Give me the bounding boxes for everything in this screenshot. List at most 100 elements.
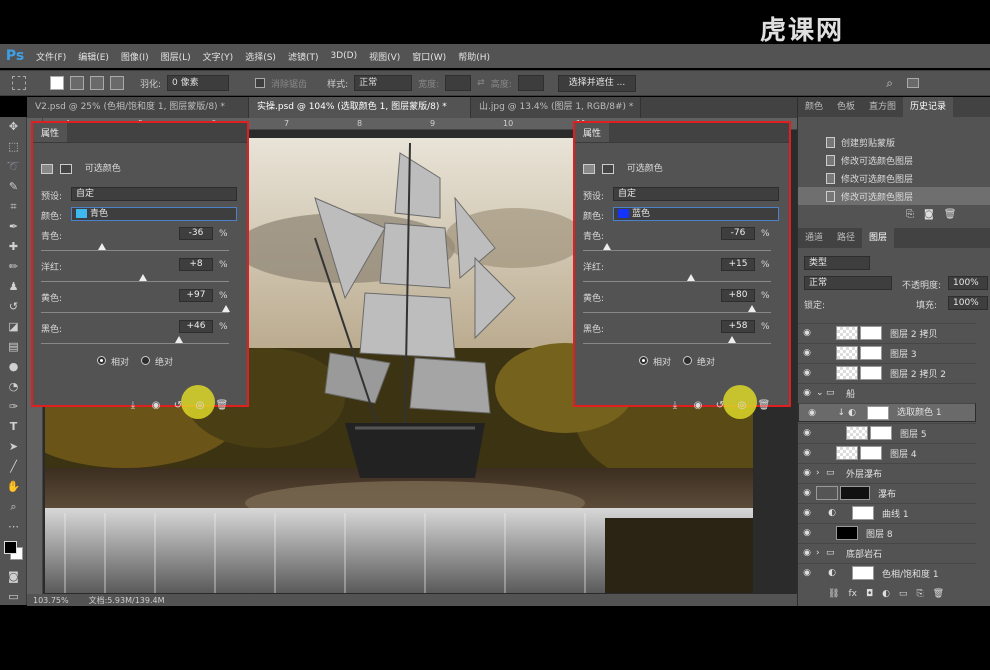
adjustment-layer-icon[interactable]: ◐ <box>882 589 890 599</box>
toggle-visibility-icon[interactable]: ◎ <box>735 399 749 413</box>
layer-row[interactable]: ◉ 图层 5 <box>798 423 976 442</box>
delete-layer-icon[interactable]: 🗑 <box>933 589 944 599</box>
clip-to-layer-icon[interactable]: ⤓ <box>126 399 140 413</box>
cyan-slider[interactable] <box>583 250 771 251</box>
delete-icon[interactable]: 🗑 <box>215 399 229 413</box>
menu-edit[interactable]: 编辑(E) <box>72 50 115 63</box>
new-layer-icon[interactable]: ⎘ <box>916 589 923 599</box>
cyan-slider[interactable] <box>41 250 229 251</box>
view-previous-icon[interactable]: ◉ <box>149 399 163 413</box>
chevron-down-icon[interactable]: ⌄ <box>816 388 826 398</box>
chevron-right-icon[interactable]: › <box>816 468 826 478</box>
cyan-value[interactable]: -76 <box>721 227 755 240</box>
zoom-level[interactable]: 103.75% <box>33 596 69 605</box>
history-item[interactable]: 修改可选颜色图层 <box>798 187 990 205</box>
yellow-value[interactable]: +80 <box>721 289 755 302</box>
layer-row[interactable]: ◉ ◐ 曲线 1 <box>798 503 976 522</box>
tab-histogram[interactable]: 直方图 <box>862 97 903 117</box>
eye-icon[interactable]: ◉ <box>798 428 816 438</box>
history-item[interactable]: 修改可选颜色图层 <box>798 169 990 187</box>
menu-image[interactable]: 图像(I) <box>115 50 155 63</box>
pen-tool-icon[interactable]: ✑ <box>0 397 27 417</box>
preset-select[interactable]: 自定 <box>613 187 779 201</box>
healing-brush-icon[interactable]: ✚ <box>0 237 27 257</box>
history-item[interactable]: 修改可选颜色图层 <box>798 151 990 169</box>
eye-icon[interactable]: ◉ <box>803 407 821 419</box>
subtract-selection-icon[interactable] <box>90 76 104 90</box>
quick-select-icon[interactable]: ✎ <box>0 177 27 197</box>
layer-row[interactable]: ◉ 图层 2 拷贝 <box>798 323 976 342</box>
eyedropper-icon[interactable]: ✒ <box>0 217 27 237</box>
new-document-icon[interactable]: ⎘ <box>906 209 914 220</box>
black-slider[interactable] <box>41 343 229 344</box>
magenta-slider[interactable] <box>41 281 229 282</box>
colors-select[interactable]: 蓝色 <box>613 207 779 221</box>
eye-icon[interactable]: ◉ <box>798 548 816 558</box>
clip-to-layer-icon[interactable]: ⤓ <box>668 399 682 413</box>
swap-icon[interactable]: ⇄ <box>477 78 485 88</box>
foreground-color[interactable] <box>4 541 17 554</box>
tab-layers[interactable]: 图层 <box>862 228 895 248</box>
layer-row[interactable]: ◉ 图层 2 拷贝 2 <box>798 363 976 382</box>
layer-group-row[interactable]: ◉ ⌄ ▭ 船 <box>798 383 976 402</box>
gradient-tool-icon[interactable]: ▤ <box>0 337 27 357</box>
magenta-value[interactable]: +15 <box>721 258 755 271</box>
blur-tool-icon[interactable]: ● <box>0 357 27 377</box>
intersect-selection-icon[interactable] <box>110 76 124 90</box>
menu-file[interactable]: 文件(F) <box>30 50 72 63</box>
fill-input[interactable]: 100% <box>948 296 988 310</box>
eye-icon[interactable]: ◉ <box>798 508 816 518</box>
antialias-checkbox[interactable] <box>255 78 266 88</box>
feather-input[interactable]: 0 像素 <box>167 75 230 91</box>
layer-row[interactable]: ◉ 图层 4 <box>798 443 976 462</box>
layer-row[interactable]: ◉ 图层 3 <box>798 343 976 362</box>
tab-paths[interactable]: 路径 <box>830 228 862 248</box>
menu-layer[interactable]: 图层(L) <box>155 50 197 63</box>
color-swatches[interactable] <box>0 537 26 567</box>
menu-view[interactable]: 视图(V) <box>363 50 406 63</box>
properties-tab[interactable]: 属性 <box>33 123 68 142</box>
layer-group-row[interactable]: ◉ › ▭ 外层瀑布 <box>798 463 976 482</box>
toggle-visibility-icon[interactable]: ◎ <box>193 399 207 413</box>
eye-icon[interactable]: ◉ <box>798 368 816 378</box>
eye-icon[interactable]: ◉ <box>798 388 816 398</box>
menu-filter[interactable]: 滤镜(T) <box>282 50 325 63</box>
delete-icon[interactable]: 🗑 <box>757 399 771 413</box>
line-tool-icon[interactable]: ╱ <box>0 457 27 477</box>
yellow-value[interactable]: +97 <box>179 289 213 302</box>
new-group-icon[interactable]: ▭ <box>899 589 908 599</box>
chevron-right-icon[interactable]: › <box>816 548 826 558</box>
layer-row-selected[interactable]: ◉ ↓ ◐ 选取颜色 1 <box>798 403 976 422</box>
path-select-icon[interactable]: ➤ <box>0 437 27 457</box>
quick-mask-icon[interactable]: ◙ <box>0 567 27 587</box>
eraser-icon[interactable]: ◪ <box>0 317 27 337</box>
marquee-tool-icon[interactable]: ⬚ <box>0 137 27 157</box>
menu-type[interactable]: 文字(Y) <box>197 50 240 63</box>
menu-3d[interactable]: 3D(D) <box>324 51 363 61</box>
history-item[interactable]: 创建剪贴蒙版 <box>798 133 990 151</box>
select-and-mask-button[interactable]: 选择并遮住 ... <box>557 74 637 92</box>
add-mask-icon[interactable]: ◘ <box>866 589 873 599</box>
add-selection-icon[interactable] <box>70 76 84 90</box>
style-select[interactable]: 正常 <box>354 75 413 91</box>
colors-select[interactable]: 青色 <box>71 207 237 221</box>
properties-tab[interactable]: 属性 <box>575 123 610 142</box>
eye-icon[interactable]: ◉ <box>798 488 816 498</box>
layer-row[interactable]: ◉ 图层 8 <box>798 523 976 542</box>
absolute-radio[interactable] <box>683 356 692 365</box>
screen-mode-icon[interactable]: ▭ <box>0 587 27 607</box>
absolute-radio[interactable] <box>141 356 150 365</box>
yellow-slider-thumb[interactable] <box>748 305 756 312</box>
eye-icon[interactable]: ◉ <box>798 448 816 458</box>
brush-tool-icon[interactable]: ✏ <box>0 257 27 277</box>
tab-v2-psd[interactable]: V2.psd @ 25% (色相/饱和度 1, 图层蒙版/8) * <box>27 97 249 118</box>
eye-icon[interactable]: ◉ <box>798 328 816 338</box>
fx-icon[interactable]: fx <box>848 589 857 599</box>
crop-tool-icon[interactable]: ⌗ <box>0 197 27 217</box>
type-tool-icon[interactable]: T <box>0 417 27 437</box>
workspace-icon[interactable] <box>906 78 919 88</box>
black-value[interactable]: +46 <box>179 320 213 333</box>
search-icon[interactable]: ⌕ <box>886 76 893 91</box>
tab-history[interactable]: 历史记录 <box>903 97 954 117</box>
tab-channels[interactable]: 通道 <box>798 228 830 248</box>
